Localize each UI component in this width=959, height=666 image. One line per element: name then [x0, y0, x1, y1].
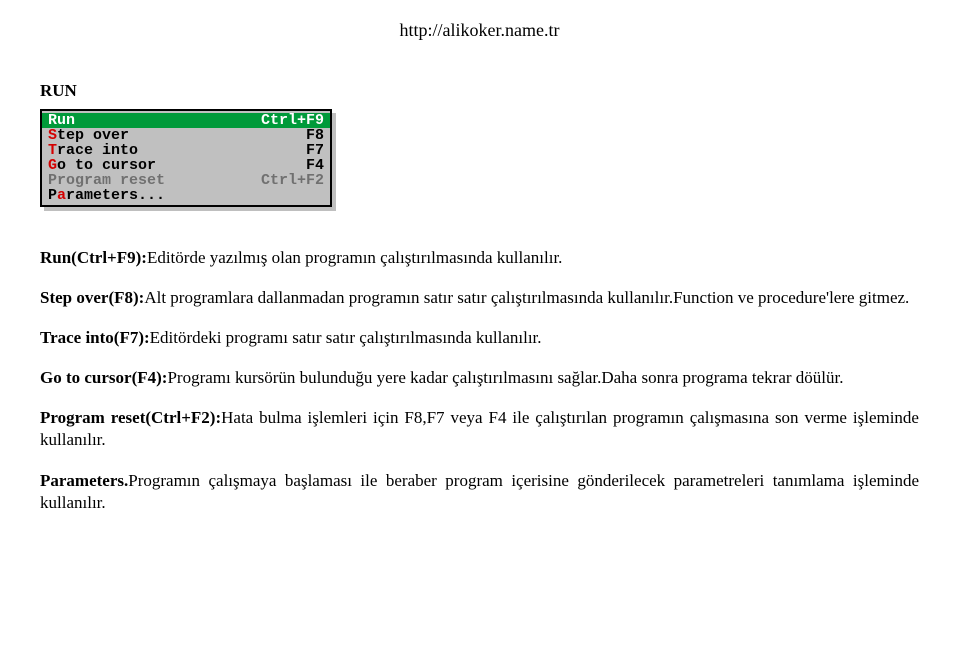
term: Step over(F8): — [40, 288, 144, 307]
menu-shortcut: F8 — [306, 128, 324, 143]
para-run: Run(Ctrl+F9):Editörde yazılmış olan prog… — [40, 247, 919, 269]
para-trace-into: Trace into(F7):Editördeki programı satır… — [40, 327, 919, 349]
page-header-url: http://alikoker.name.tr — [40, 20, 919, 41]
para-step-over: Step over(F8):Alt programlara dallanmada… — [40, 287, 919, 309]
menu-item-step-over[interactable]: Step over F8 — [42, 128, 330, 143]
menu-accel: a — [57, 187, 66, 204]
menu-shortcut: F4 — [306, 158, 324, 173]
menu-item-parameters[interactable]: Parameters... — [42, 188, 330, 203]
menu-item-program-reset: Program reset Ctrl+F2 — [42, 173, 330, 188]
menu-shortcut: F7 — [306, 143, 324, 158]
para-parameters: Parameters.Programın çalışmaya başlaması… — [40, 470, 919, 514]
term: Program reset(Ctrl+F2): — [40, 408, 221, 427]
menu-label: rameters... — [66, 187, 165, 204]
menu-item-go-to-cursor[interactable]: Go to cursor F4 — [42, 158, 330, 173]
menu-item-run[interactable]: Run Ctrl+F9 — [42, 113, 330, 128]
run-menu: Run Ctrl+F9 Step over F8 Trace into F7 G… — [40, 109, 332, 207]
desc: Editörde yazılmış olan programın çalıştı… — [147, 248, 562, 267]
menu-label-pre: P — [48, 187, 57, 204]
desc: Editördeki programı satır satır çalıştır… — [150, 328, 542, 347]
para-program-reset: Program reset(Ctrl+F2):Hata bulma işleml… — [40, 407, 919, 451]
menu-item-trace-into[interactable]: Trace into F7 — [42, 143, 330, 158]
para-go-to-cursor: Go to cursor(F4):Programı kursörün bulun… — [40, 367, 919, 389]
desc: Alt programlara dallanmadan programın sa… — [144, 288, 909, 307]
term: Parameters. — [40, 471, 128, 490]
menu-shortcut: Ctrl+F9 — [261, 113, 324, 128]
term: Trace into(F7): — [40, 328, 150, 347]
desc: Programın çalışmaya başlaması ile berabe… — [40, 471, 919, 512]
menu-shortcut: Ctrl+F2 — [261, 173, 324, 188]
desc: Programı kursörün bulunduğu yere kadar ç… — [167, 368, 843, 387]
term: Run(Ctrl+F9): — [40, 248, 147, 267]
section-title-run: RUN — [40, 81, 919, 101]
term: Go to cursor(F4): — [40, 368, 167, 387]
